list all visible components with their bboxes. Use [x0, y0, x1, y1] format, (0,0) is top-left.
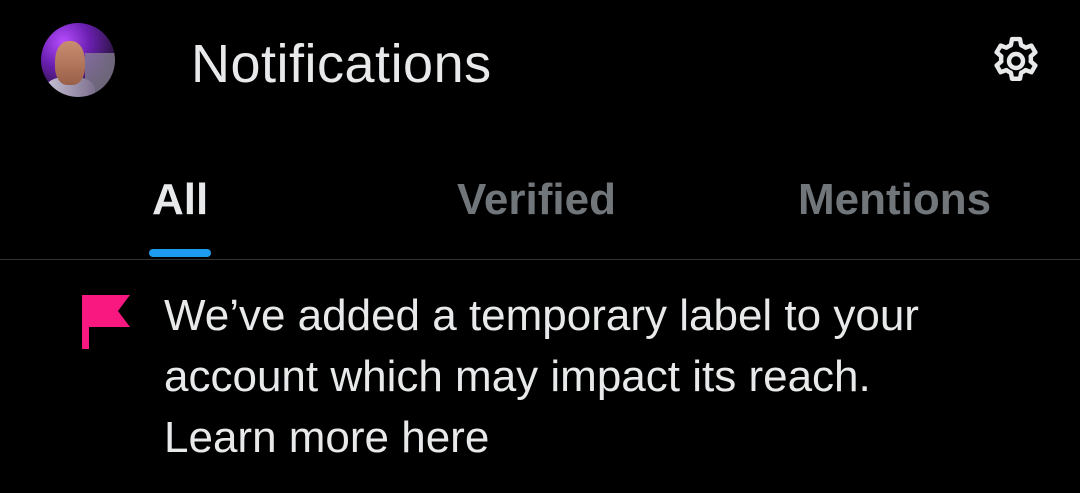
- flag-icon: [82, 295, 130, 349]
- notice-message: We’ve added a temporary label to your ac…: [164, 291, 919, 401]
- notification-tabs: All Verified Mentions: [0, 160, 1080, 260]
- avatar-face: [55, 41, 85, 85]
- active-tab-indicator: [149, 249, 211, 257]
- account-label-notice[interactable]: We’ve added a temporary label to your ac…: [0, 261, 1080, 493]
- app-header: Notifications: [0, 0, 1080, 130]
- profile-avatar[interactable]: [41, 23, 115, 97]
- learn-more-link[interactable]: Learn more here: [164, 407, 1044, 468]
- notice-text: We’ve added a temporary label to your ac…: [164, 285, 1044, 468]
- tab-verified[interactable]: Verified: [457, 173, 616, 227]
- page-title: Notifications: [191, 34, 492, 94]
- gear-icon: [994, 36, 1038, 81]
- tabs-divider: [0, 259, 1080, 260]
- tab-all[interactable]: All: [152, 173, 208, 227]
- settings-button[interactable]: [985, 30, 1047, 92]
- tab-mentions[interactable]: Mentions: [798, 173, 991, 227]
